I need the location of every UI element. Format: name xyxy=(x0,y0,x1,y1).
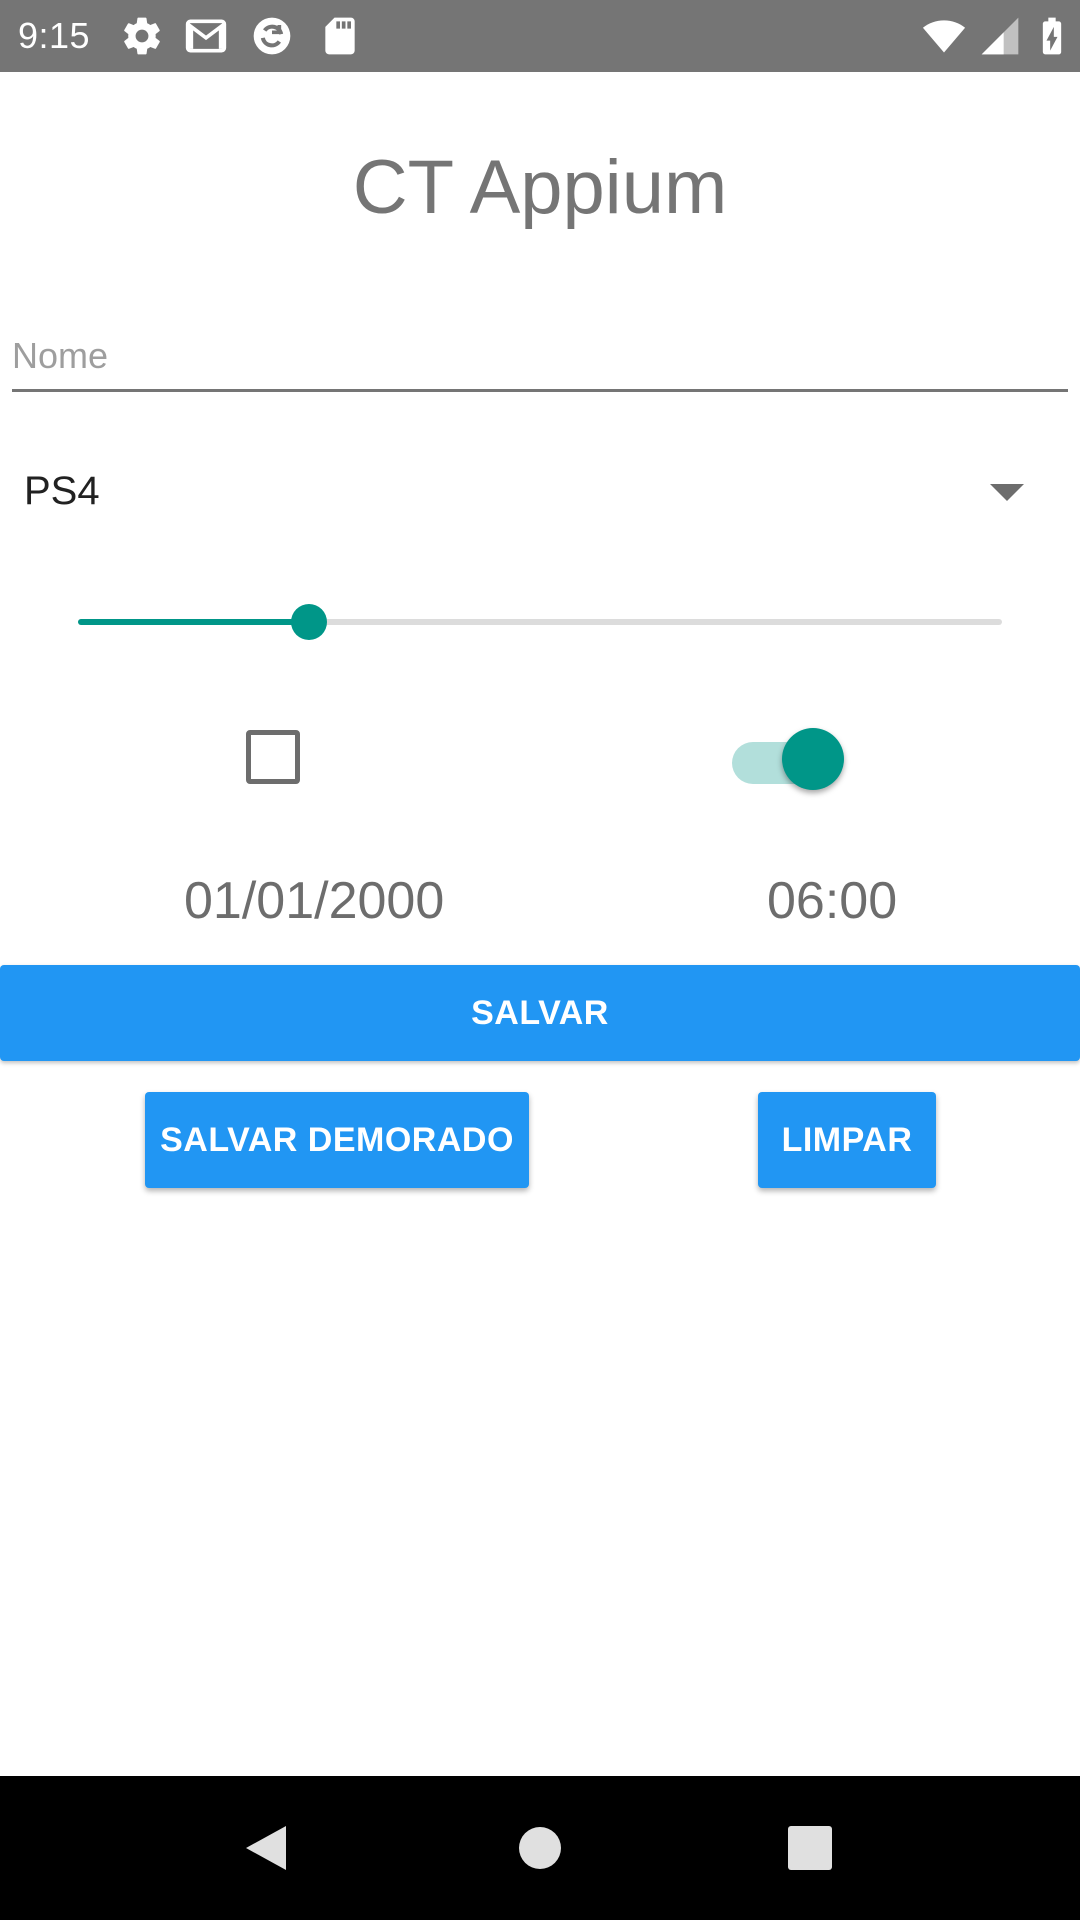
seekbar-thumb[interactable] xyxy=(291,604,327,640)
navigation-bar xyxy=(0,1776,1080,1920)
sd-card-icon xyxy=(318,14,362,58)
console-dropdown[interactable]: PS4 xyxy=(0,450,1080,530)
dropdown-arrow-icon xyxy=(990,482,1024,502)
sync-icon xyxy=(250,14,294,58)
home-icon[interactable] xyxy=(510,1818,570,1878)
time-picker-text[interactable]: 06:00 xyxy=(767,870,897,932)
wifi-icon xyxy=(922,14,966,58)
checkbox[interactable] xyxy=(246,730,300,784)
save-slow-button[interactable]: SALVAR DEMORADO xyxy=(145,1092,529,1188)
recents-icon[interactable] xyxy=(780,1818,840,1878)
seekbar-progress xyxy=(78,619,309,625)
switch-thumb xyxy=(782,728,844,790)
status-bar: 9:15 xyxy=(0,0,1080,72)
back-icon[interactable] xyxy=(238,1818,298,1878)
date-picker-text[interactable]: 01/01/2000 xyxy=(184,870,444,932)
seekbar[interactable] xyxy=(60,596,1018,648)
gmail-icon xyxy=(184,14,228,58)
clear-button[interactable]: LIMPAR xyxy=(758,1092,936,1188)
page-title: CT Appium xyxy=(352,145,728,230)
settings-icon xyxy=(120,14,164,58)
console-selected-value: PS4 xyxy=(24,469,100,513)
signal-icon xyxy=(978,14,1022,58)
battery-charging-icon xyxy=(1030,14,1074,58)
name-input[interactable] xyxy=(12,326,1068,392)
status-time: 9:15 xyxy=(18,15,91,56)
save-button[interactable]: SALVAR xyxy=(0,965,1080,1061)
toggle-switch[interactable] xyxy=(728,724,846,792)
